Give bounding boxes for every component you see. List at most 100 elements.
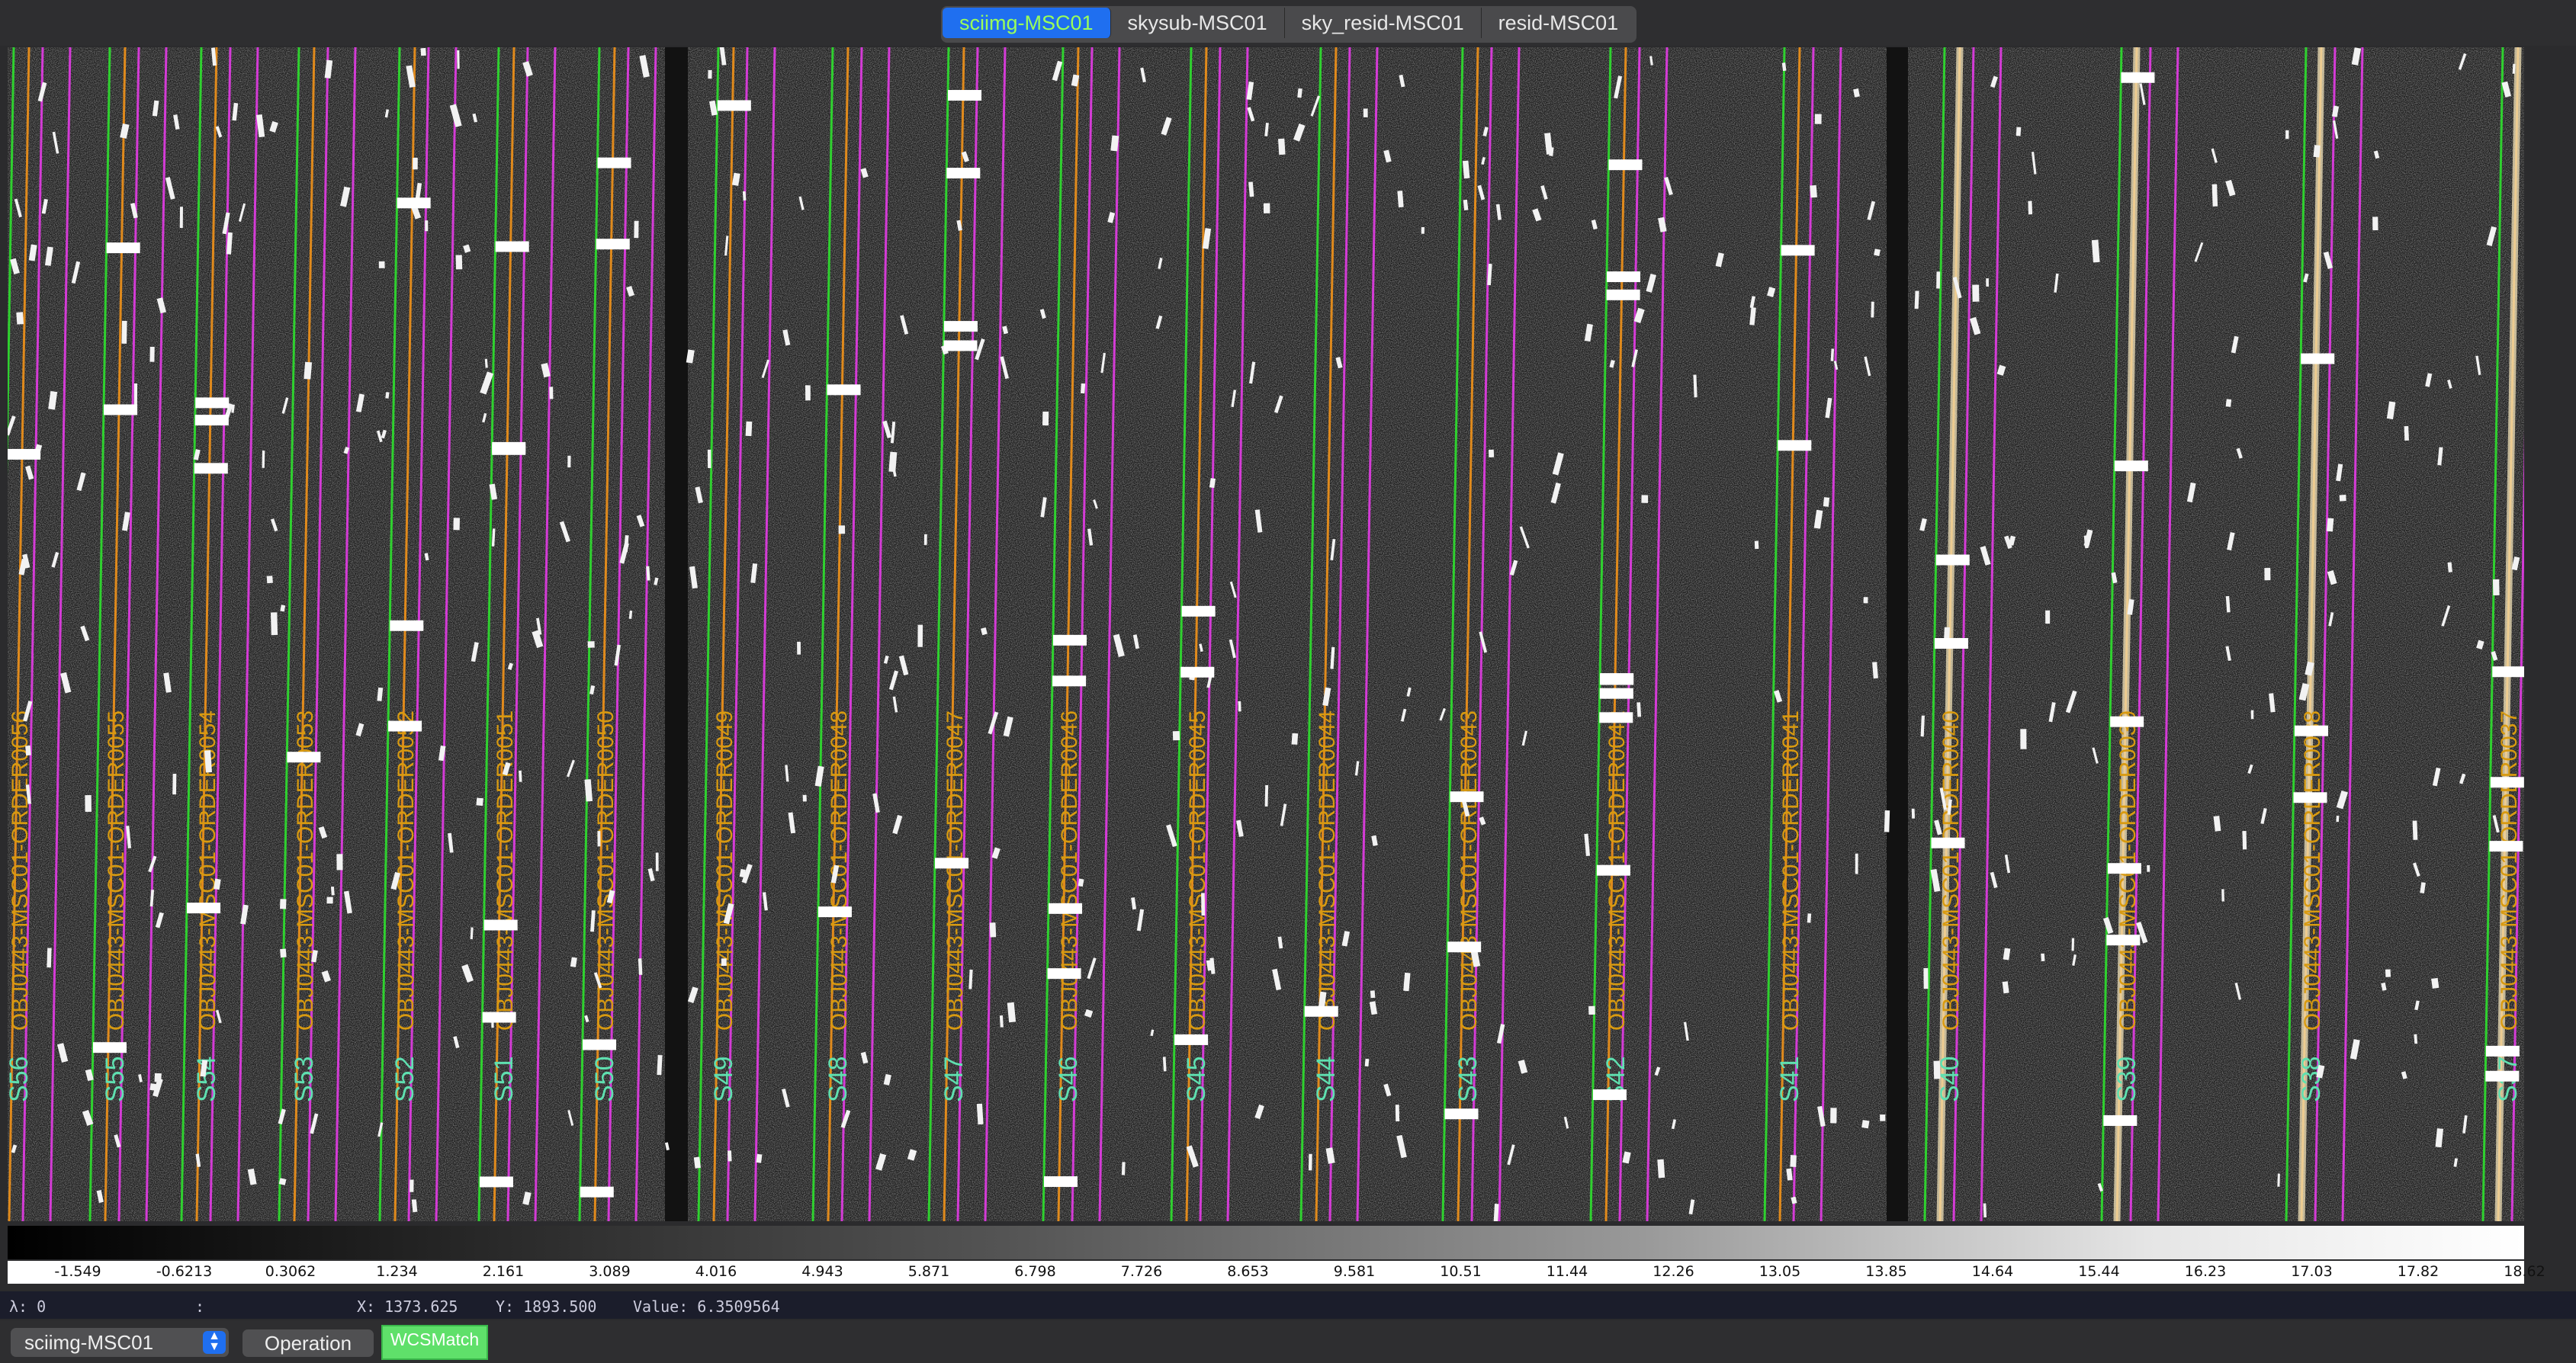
tab-skysub[interactable]: skysub-MSC01 — [1111, 8, 1285, 38]
sky-line-residual — [597, 157, 631, 168]
cosmic-ray — [25, 745, 31, 756]
sky-line-residual — [1052, 634, 1087, 646]
colorbar-tick-label: 9.581 — [1333, 1263, 1376, 1280]
colorbar-tick-label: -1.549 — [54, 1263, 101, 1280]
slit-label: S46 — [1054, 1057, 1083, 1103]
slit-label: S38 — [2297, 1057, 2326, 1103]
tab-sky-resid[interactable]: sky_resid-MSC01 — [1285, 8, 1482, 38]
cosmic-ray — [2339, 495, 2346, 502]
cosmic-ray — [172, 773, 177, 795]
cosmic-ray — [1657, 1159, 1665, 1179]
top-toolbar: sciimg-MSC01 skysub-MSC01 sky_resid-MSC0… — [0, 0, 2576, 46]
cosmic-ray — [1277, 138, 1286, 156]
colorbar-tick-label: 17.82 — [2397, 1263, 2439, 1280]
sky-line-residual — [1181, 605, 1216, 617]
order-label: OBJ0443-MSC01-ORDER0040 — [1938, 710, 1964, 1031]
bottom-toolbar: sciimg-MSC01 ▲ ▼ Operation WCSMatch — [0, 1320, 2576, 1363]
slit-label: S53 — [290, 1057, 319, 1103]
cosmic-ray — [2242, 831, 2247, 850]
sky-line-residual — [1180, 666, 1215, 678]
sky-line-residual — [948, 90, 982, 101]
cosmic-ray — [756, 1153, 763, 1163]
cosmic-ray — [1880, 1114, 1886, 1121]
sky-line-residual — [397, 197, 431, 209]
sky-line-residual — [946, 168, 981, 179]
sky-line-residual — [2107, 863, 2141, 874]
sky-line-residual — [388, 720, 422, 732]
colorbar-tick-label: 4.016 — [695, 1263, 737, 1280]
sky-line-residual — [2485, 1045, 2520, 1057]
cosmic-ray — [2028, 200, 2033, 215]
tab-resid[interactable]: resid-MSC01 — [1482, 8, 1636, 38]
image-viewer[interactable]: OBJ0443-MSC01-ORDER0056 S56 OBJ0443-MSC01-… — [8, 47, 2524, 1221]
sky-line-residual — [1304, 1005, 1338, 1017]
sky-line-residual — [580, 1186, 614, 1198]
order-label: OBJ0443-MSC01-ORDER0045 — [1185, 710, 1210, 1031]
cosmic-ray — [2326, 518, 2334, 532]
cosmic-ray — [149, 346, 155, 362]
sky-line-residual — [495, 241, 529, 252]
colorbar-tick-label: 2.161 — [482, 1263, 525, 1280]
cosmic-ray — [1121, 1162, 1126, 1175]
sky-line-residual — [287, 752, 321, 763]
cosmic-ray — [262, 451, 265, 468]
sky-line-residual — [390, 620, 424, 631]
cosmic-ray — [1363, 108, 1368, 117]
sky-line-residual — [1608, 159, 1643, 171]
slit-label: S41 — [1775, 1057, 1804, 1103]
cosmic-ray — [634, 220, 639, 239]
sky-line-residual — [2294, 725, 2328, 736]
cosmic-ray — [664, 1142, 670, 1151]
cosmic-ray — [2020, 729, 2027, 749]
cosmic-ray — [154, 1073, 162, 1082]
slit-label: S45 — [1182, 1057, 1211, 1103]
cosmic-ray — [1972, 284, 1980, 302]
slit-label: S49 — [709, 1057, 738, 1103]
cosmic-ray — [519, 770, 522, 782]
slit-label: S55 — [101, 1057, 130, 1103]
cosmic-ray — [121, 320, 127, 344]
cosmic-ray — [410, 1179, 414, 1192]
sky-line-residual — [817, 906, 852, 918]
colorbar-tick-label: -0.6213 — [156, 1263, 213, 1280]
sky-line-residual — [2121, 72, 2155, 83]
order-label: OBJ0443-MSC01-ORDER0048 — [827, 710, 852, 1031]
spectral-image[interactable]: OBJ0443-MSC01-ORDER0056 S56 OBJ0443-MSC01-… — [8, 47, 2524, 1221]
cosmic-ray — [1814, 114, 1822, 124]
order-label: OBJ0443-MSC01-ORDER0055 — [104, 710, 129, 1031]
wcsmatch-button[interactable]: WCSMatch — [381, 1325, 488, 1360]
image-tabs: sciimg-MSC01 skysub-MSC01 sky_resid-MSC0… — [941, 6, 1637, 43]
sky-line-residual — [717, 100, 751, 111]
cosmic-ray — [2412, 820, 2418, 840]
cosmic-ray — [2512, 63, 2516, 74]
colorbar-tick-label: 18.62 — [2504, 1263, 2545, 1280]
updown-chevron-icon[interactable]: ▲ ▼ — [203, 1330, 226, 1354]
cosmic-ray — [587, 641, 595, 648]
tab-sciimg[interactable]: sciimg-MSC01 — [943, 8, 1111, 38]
colorbar-tick-label: 15.44 — [2078, 1263, 2120, 1280]
cosmic-ray — [1238, 701, 1241, 712]
sky-line-residual — [1047, 968, 1081, 980]
cosmic-ray — [549, 386, 554, 399]
sky-line-residual — [1935, 554, 1970, 566]
value-readout: Value: 6.3509564 — [633, 1297, 780, 1316]
sky-line-residual — [827, 384, 861, 396]
colorbar-tick-label: 17.03 — [2291, 1263, 2333, 1280]
colorbar-tick-label: 3.089 — [589, 1263, 631, 1280]
cosmic-ray — [2277, 1173, 2280, 1187]
sky-line-residual — [195, 397, 230, 409]
cosmic-ray — [149, 1082, 156, 1091]
image-select[interactable]: sciimg-MSC01 ▲ ▼ — [11, 1328, 229, 1357]
cosmic-ray — [336, 854, 343, 871]
cosmic-ray — [1807, 913, 1812, 923]
cosmic-ray — [1944, 627, 1950, 640]
cosmic-ray — [1983, 1203, 1987, 1217]
detector-noise — [1908, 47, 2524, 1221]
cosmic-ray — [455, 255, 463, 270]
cosmic-ray — [838, 525, 846, 534]
sky-line-residual — [1447, 941, 1482, 953]
cosmic-ray — [655, 852, 659, 871]
cosmic-ray — [304, 361, 313, 380]
cosmic-ray — [2372, 216, 2378, 231]
operation-button[interactable]: Operation — [243, 1329, 374, 1357]
